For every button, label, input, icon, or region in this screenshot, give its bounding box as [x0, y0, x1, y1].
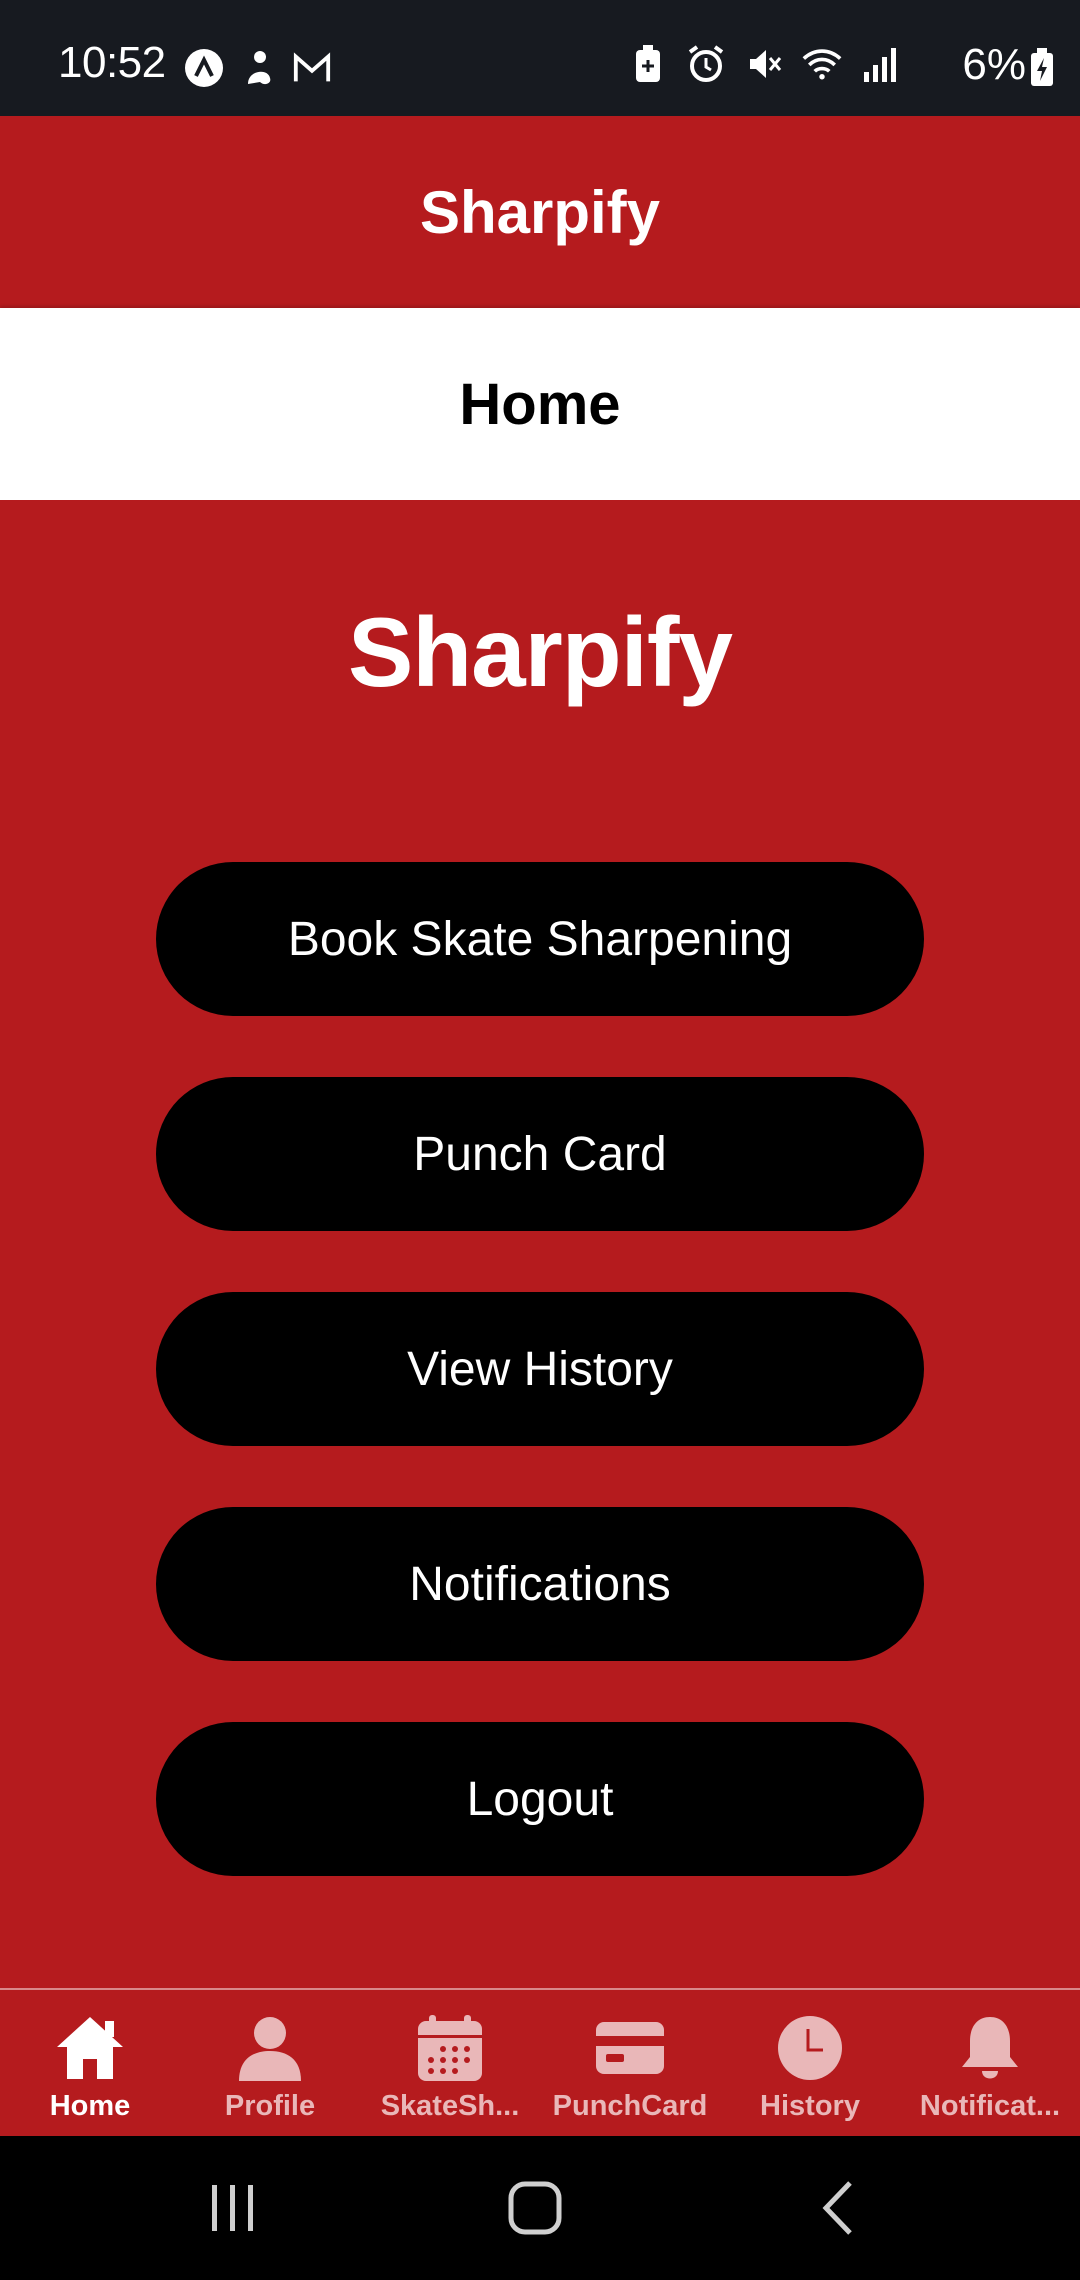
page-title: Home [459, 371, 621, 437]
wifi-icon [802, 44, 842, 84]
app-title: Sharpify [419, 178, 661, 246]
status-notification-icons [184, 48, 332, 88]
status-bar: 10:52 6% [0, 0, 1080, 116]
bottom-tab-bar: Home Profile SkateSh... PunchCard Histor… [0, 1988, 1080, 2138]
a-circle-icon [184, 48, 224, 88]
punch-card-button[interactable]: Punch Card [156, 1077, 924, 1231]
view-history-button[interactable]: View History [156, 1292, 924, 1446]
tab-punch-card[interactable]: PunchCard [540, 1990, 720, 2138]
book-skate-sharpening-button[interactable]: Book Skate Sharpening [156, 862, 924, 1016]
tab-notifications[interactable]: Notificat... [900, 1990, 1080, 2138]
card-icon [592, 2012, 668, 2084]
tab-home-label: Home [49, 2090, 131, 2122]
tab-history-label: History [760, 2090, 860, 2122]
alarm-icon [686, 44, 726, 84]
status-system-icons [628, 44, 900, 84]
tab-profile[interactable]: Profile [180, 1990, 360, 2138]
logout-button[interactable]: Logout [156, 1722, 924, 1876]
tab-skate-sharpening-label: SkateSh... [380, 2090, 520, 2122]
system-navigation-bar [0, 2136, 1080, 2280]
calendar-icon [412, 2012, 488, 2084]
signal-icon [860, 44, 900, 84]
status-time: 10:52 [58, 38, 166, 87]
tab-skate-sharpening[interactable]: SkateSh... [360, 1990, 540, 2138]
tab-profile-label: Profile [224, 2090, 316, 2122]
person-icon [232, 2012, 308, 2084]
tab-notifications-label: Notificat... [919, 2090, 1061, 2122]
gmail-icon [292, 48, 332, 88]
figure-icon [238, 48, 278, 88]
bell-icon [952, 2012, 1028, 2084]
tab-punch-card-label: PunchCard [552, 2090, 708, 2122]
clock-icon [772, 2012, 848, 2084]
home-content: Sharpify Book Skate Sharpening Punch Car… [0, 500, 1080, 1988]
battery-charging-icon [1022, 48, 1062, 88]
hero-title: Sharpify [347, 597, 733, 707]
battery-saver-icon [628, 44, 668, 84]
recent-apps-icon[interactable] [198, 2176, 268, 2240]
home-system-icon[interactable] [500, 2176, 570, 2240]
page-header: Home [0, 308, 1080, 500]
app-header: Sharpify [0, 116, 1080, 308]
tab-home[interactable]: Home [0, 1990, 180, 2138]
notifications-button[interactable]: Notifications [156, 1507, 924, 1661]
home-icon [52, 2012, 128, 2084]
mute-icon [744, 44, 784, 84]
back-icon[interactable] [804, 2176, 874, 2240]
battery-percent: 6% [962, 40, 1026, 89]
tab-history[interactable]: History [720, 1990, 900, 2138]
